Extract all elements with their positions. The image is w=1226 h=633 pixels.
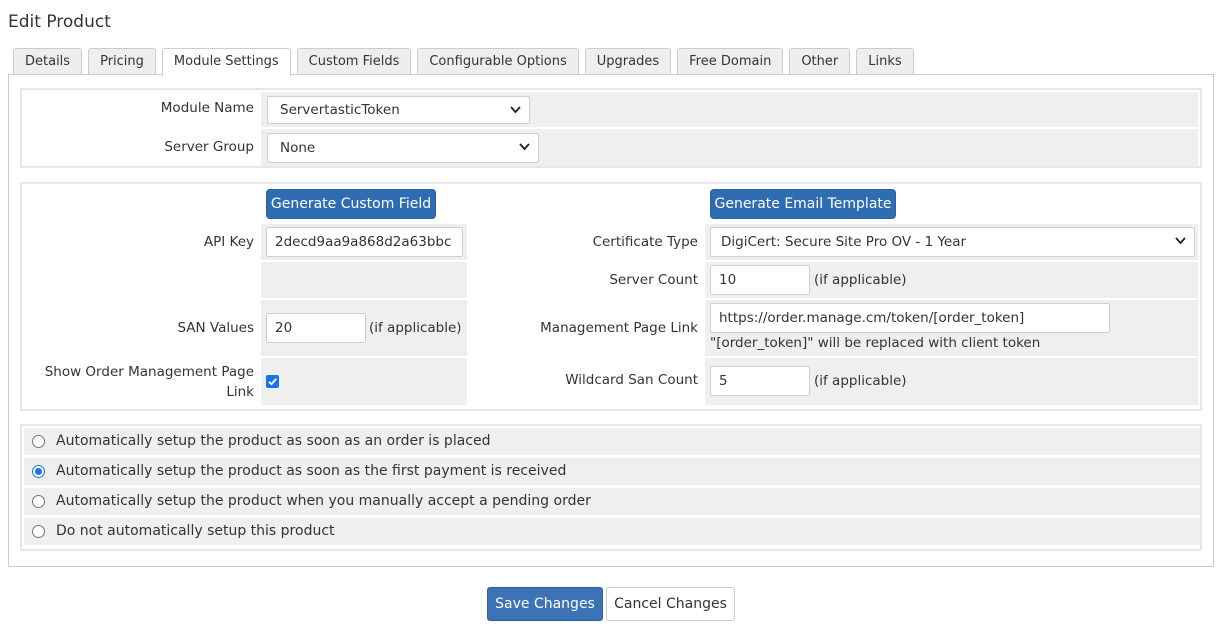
generate-custom-field-button[interactable]: Generate Custom Field bbox=[266, 189, 436, 219]
tab-content-panel: Module Name ServertasticToken Server Gro… bbox=[8, 74, 1214, 567]
show-link-label-line2: Link bbox=[226, 384, 254, 400]
module-name-cell: ServertasticToken bbox=[261, 92, 1198, 127]
certificate-type-label: Certificate Type bbox=[592, 234, 698, 250]
management-link-hint: "[order_token]" will be replaced with cl… bbox=[710, 335, 1041, 351]
san-values-label: SAN Values bbox=[177, 320, 254, 336]
show-link-cell bbox=[261, 358, 467, 405]
san-values-hint: (if applicable) bbox=[369, 320, 462, 336]
radio-button[interactable] bbox=[32, 525, 45, 538]
tab-links[interactable]: Links bbox=[856, 48, 914, 74]
show-link-label-line1: Show Order Management Page bbox=[44, 364, 254, 380]
empty-cell bbox=[261, 262, 467, 298]
radio-button[interactable] bbox=[32, 435, 45, 448]
generate-email-template-button[interactable]: Generate Email Template bbox=[710, 189, 896, 219]
tab-other[interactable]: Other bbox=[789, 48, 851, 74]
module-name-value: ServertasticToken bbox=[280, 102, 400, 118]
api-key-input[interactable] bbox=[266, 227, 463, 257]
radio-button-selected[interactable] bbox=[32, 465, 45, 478]
setup-option-label: Automatically setup the product when you… bbox=[56, 493, 591, 509]
management-link-input[interactable] bbox=[710, 303, 1110, 333]
server-group-select[interactable]: None bbox=[267, 133, 539, 163]
certificate-type-value: DigiCert: Secure Site Pro OV - 1 Year bbox=[721, 234, 967, 250]
api-key-label: API Key bbox=[203, 234, 254, 250]
tab-custom-fields[interactable]: Custom Fields bbox=[296, 48, 412, 74]
server-count-hint: (if applicable) bbox=[814, 272, 907, 288]
module-name-label: Module Name bbox=[160, 100, 254, 116]
wildcard-hint: (if applicable) bbox=[814, 373, 907, 389]
setup-option-row[interactable]: Automatically setup the product as soon … bbox=[24, 428, 1200, 455]
server-group-value: None bbox=[280, 140, 316, 156]
tab-free-domain[interactable]: Free Domain bbox=[677, 48, 784, 74]
chevron-down-icon bbox=[519, 134, 530, 151]
setup-option-row[interactable]: Automatically setup the product when you… bbox=[24, 488, 1200, 515]
show-link-checkbox[interactable] bbox=[266, 375, 279, 388]
wildcard-input[interactable] bbox=[710, 366, 810, 396]
setup-option-row[interactable]: Do not automatically setup this product bbox=[24, 518, 1200, 545]
server-count-input[interactable] bbox=[710, 265, 810, 295]
tab-pricing[interactable]: Pricing bbox=[88, 48, 156, 74]
certificate-type-select[interactable]: DigiCert: Secure Site Pro OV - 1 Year bbox=[710, 227, 1195, 257]
module-box: Module Name ServertasticToken Server Gro… bbox=[20, 88, 1202, 168]
tab-upgrades[interactable]: Upgrades bbox=[584, 48, 672, 74]
save-changes-button[interactable]: Save Changes bbox=[487, 587, 603, 621]
tab-bar: Details Pricing Module Settings Custom F… bbox=[13, 48, 920, 76]
show-link-label: Show Order Management Page Link bbox=[22, 362, 254, 402]
management-link-label: Management Page Link bbox=[540, 320, 698, 336]
san-values-input[interactable] bbox=[266, 313, 366, 343]
setup-option-row[interactable]: Automatically setup the product as soon … bbox=[24, 458, 1200, 485]
tab-details[interactable]: Details bbox=[13, 48, 83, 74]
server-count-label: Server Count bbox=[609, 272, 698, 288]
chevron-down-icon bbox=[1175, 228, 1186, 245]
setup-option-label: Automatically setup the product as soon … bbox=[56, 463, 567, 479]
setup-option-label: Automatically setup the product as soon … bbox=[56, 433, 491, 449]
certificate-type-cell: DigiCert: Secure Site Pro OV - 1 Year bbox=[705, 224, 1198, 260]
cancel-changes-button[interactable]: Cancel Changes bbox=[606, 587, 735, 621]
radio-button[interactable] bbox=[32, 495, 45, 508]
server-group-cell: None bbox=[261, 129, 1198, 166]
server-group-label: Server Group bbox=[164, 139, 254, 155]
tab-module-settings[interactable]: Module Settings bbox=[161, 48, 291, 76]
wildcard-label: Wildcard San Count bbox=[565, 372, 698, 388]
setup-options-box: Automatically setup the product as soon … bbox=[20, 424, 1202, 551]
module-name-select[interactable]: ServertasticToken bbox=[267, 96, 530, 124]
page-title: Edit Product bbox=[8, 12, 111, 32]
module-config-box: Generate Custom Field Generate Email Tem… bbox=[20, 182, 1202, 411]
setup-option-label: Do not automatically setup this product bbox=[56, 523, 335, 539]
tab-configurable-options[interactable]: Configurable Options bbox=[417, 48, 579, 74]
chevron-down-icon bbox=[510, 97, 521, 114]
